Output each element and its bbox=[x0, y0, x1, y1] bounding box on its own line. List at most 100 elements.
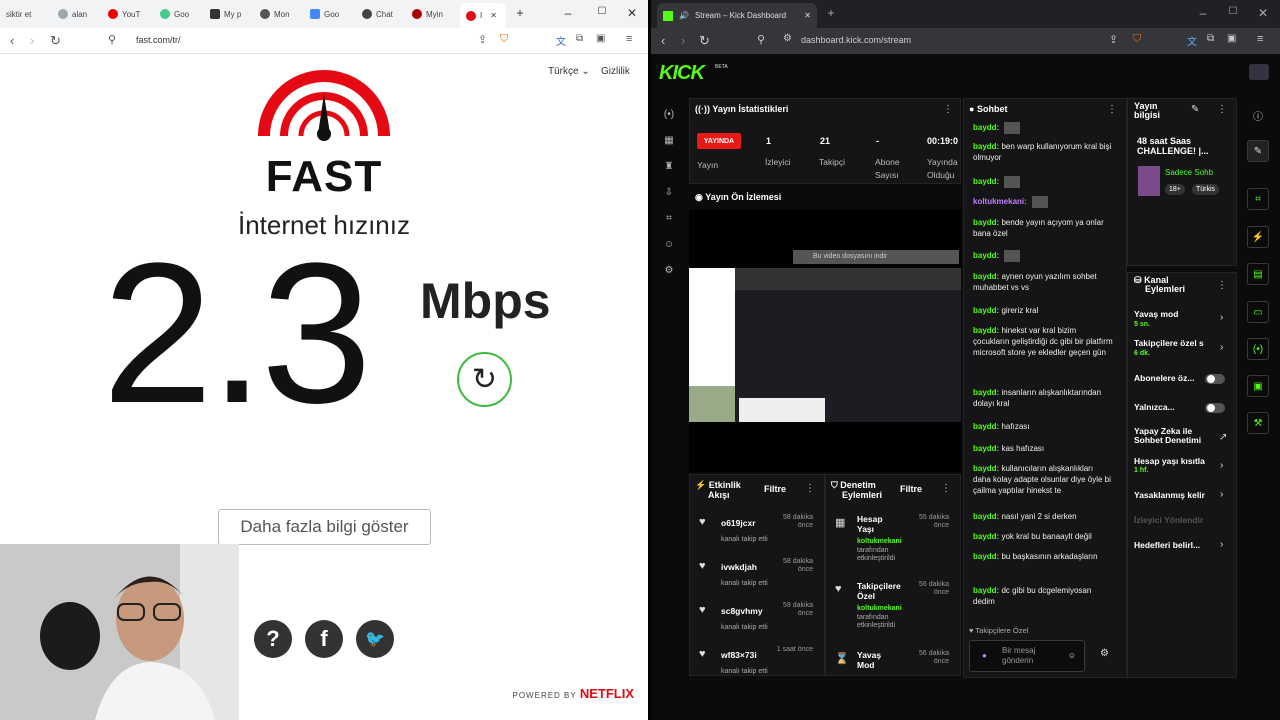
chevron-right-icon[interactable]: › bbox=[1220, 342, 1223, 353]
subs-only-action[interactable]: Abonelere öz... bbox=[1134, 373, 1194, 383]
upload-icon[interactable]: ⇩ bbox=[659, 182, 679, 202]
only-action[interactable]: Yalnızca... bbox=[1134, 402, 1175, 412]
translate-icon[interactable]: 文 bbox=[1187, 33, 1197, 48]
chat-username[interactable]: baydd: bbox=[973, 586, 999, 595]
reload-test-button[interactable]: ↻ bbox=[457, 352, 512, 407]
chat-message[interactable]: baydd: bbox=[973, 250, 1113, 262]
menu-icon[interactable]: ≡ bbox=[626, 33, 632, 45]
notes-icon[interactable]: ▤ bbox=[1247, 263, 1269, 285]
moderation-filter-button[interactable]: Filtre bbox=[900, 484, 922, 494]
ai-moderation-action[interactable]: Yapay Zeka ile Sohbet Denetimi bbox=[1134, 426, 1201, 446]
chat-username[interactable]: baydd: bbox=[973, 512, 999, 521]
slow-mode-action[interactable]: Yavaş mod bbox=[1134, 309, 1178, 319]
sidebar-icon[interactable]: ▣ bbox=[596, 33, 605, 44]
emoji-icon[interactable]: ☺ bbox=[1068, 651, 1076, 661]
layout-icon[interactable]: ▣ bbox=[1247, 375, 1269, 397]
moderation-action[interactable]: Takipçilere Özel bbox=[857, 581, 901, 601]
chat-message[interactable]: baydd: bbox=[973, 176, 1113, 188]
activity-user[interactable]: o619jcxr bbox=[721, 518, 756, 528]
followers-only-action[interactable]: Takipçilere özel s bbox=[1134, 338, 1204, 348]
settings-icon[interactable]: ⚙ bbox=[659, 260, 679, 280]
menu-icon[interactable]: ≡ bbox=[1257, 33, 1263, 45]
site-info-icon[interactable]: ⚙ bbox=[783, 33, 792, 44]
close-icon[interactable]: ✕ bbox=[490, 11, 497, 20]
chat-message[interactable]: baydd: kullanıcıların alışkanlıkları dah… bbox=[973, 464, 1113, 496]
chat-message[interactable]: baydd: hafızası bbox=[973, 422, 1113, 433]
tab[interactable]: Goo bbox=[310, 4, 358, 24]
chat-message[interactable]: baydd: bende yayın açıyom ya onlar bana … bbox=[973, 218, 1113, 240]
extensions-icon[interactable]: ⧉ bbox=[576, 33, 583, 44]
external-link-icon[interactable]: ↗ bbox=[1219, 432, 1227, 443]
only-toggle[interactable] bbox=[1205, 403, 1225, 413]
new-tab-icon[interactable]: + bbox=[512, 6, 528, 20]
activity-user[interactable]: ivwkdjah bbox=[721, 562, 757, 572]
chat-username[interactable]: baydd: bbox=[973, 306, 999, 315]
analytics-icon[interactable]: ▦ bbox=[659, 130, 679, 150]
chat-username[interactable]: baydd: bbox=[973, 464, 999, 473]
moderation-action[interactable]: Hesap Yaşı bbox=[857, 514, 883, 534]
chat-username[interactable]: baydd: bbox=[973, 142, 999, 151]
share-icon[interactable]: ⇪ bbox=[478, 33, 487, 46]
avatar[interactable] bbox=[1249, 64, 1269, 80]
maximize-icon[interactable]: ☐ bbox=[1225, 6, 1241, 17]
chevron-right-icon[interactable]: › bbox=[1220, 539, 1223, 550]
language-select[interactable]: Türkçe ⌄ bbox=[548, 66, 590, 77]
twitter-icon[interactable]: 🐦 bbox=[356, 620, 394, 658]
chevron-right-icon[interactable]: › bbox=[1220, 489, 1223, 500]
chat-message[interactable]: baydd: bbox=[973, 122, 1113, 134]
chat-username[interactable]: baydd: bbox=[973, 552, 999, 561]
extensions-icon[interactable]: ⧉ bbox=[1207, 33, 1214, 44]
moderation-action[interactable]: Yavaş Mod bbox=[857, 650, 881, 670]
subs-only-toggle[interactable] bbox=[1205, 374, 1225, 384]
more-options-icon[interactable]: ⋮ bbox=[1217, 104, 1227, 115]
more-options-icon[interactable]: ⋮ bbox=[1107, 104, 1117, 115]
powered-by-netflix[interactable]: POWERED BY NETFLIX bbox=[513, 686, 635, 701]
chat-username[interactable]: baydd: bbox=[973, 123, 999, 132]
forward-icon[interactable]: › bbox=[30, 33, 34, 48]
chat-message[interactable]: baydd: yok kral bu banaaylt değil bbox=[973, 532, 1113, 543]
chat-username[interactable]: baydd: bbox=[973, 326, 999, 335]
tab-active[interactable]: 🔊 Stream – Kick Dashboard ✕ bbox=[657, 3, 817, 28]
bookmark-icon[interactable]: ⚲ bbox=[108, 33, 116, 46]
stream-preview[interactable]: Bu video dosyasını indir bbox=[689, 210, 961, 472]
info-icon[interactable]: ⓘ bbox=[1247, 104, 1269, 126]
more-options-icon[interactable]: ⋮ bbox=[943, 104, 953, 115]
activity-filter-button[interactable]: Filtre bbox=[764, 484, 786, 494]
chat-username[interactable]: baydd: bbox=[973, 388, 999, 397]
kick-logo[interactable]: KICK bbox=[659, 62, 705, 85]
bookmark-icon[interactable]: ⚲ bbox=[757, 33, 765, 46]
tab[interactable]: Myin bbox=[412, 4, 456, 24]
tab[interactable]: Mon bbox=[260, 4, 308, 24]
clip-icon[interactable]: ⌗ bbox=[659, 208, 679, 228]
close-icon[interactable]: ✕ bbox=[804, 11, 811, 20]
tab[interactable]: Chat bbox=[362, 4, 410, 24]
privacy-link[interactable]: Gizlilik bbox=[601, 66, 630, 77]
pencil-icon[interactable]: ✎ bbox=[1247, 140, 1269, 162]
tab[interactable]: siktir et bbox=[6, 4, 56, 24]
chat-username[interactable]: baydd: bbox=[973, 177, 999, 186]
chat-message[interactable]: baydd: hinekst var kral bizim çocukların… bbox=[973, 326, 1113, 358]
chat-message[interactable]: baydd: aynen oyun yazılım sohbet muhabbe… bbox=[973, 272, 1113, 294]
chat-message[interactable]: koltukmekani: bbox=[973, 196, 1113, 208]
url-field[interactable]: fast.com/tr/ bbox=[136, 35, 181, 45]
chat-username[interactable]: baydd: bbox=[973, 272, 999, 281]
clip-tool-icon[interactable]: ⌗ bbox=[1247, 188, 1269, 210]
tab[interactable]: Goo bbox=[160, 4, 208, 24]
tab[interactable]: YouT bbox=[108, 4, 158, 24]
share-icon[interactable]: ⇪ bbox=[1109, 33, 1118, 46]
close-window-icon[interactable]: ✕ bbox=[624, 6, 640, 20]
chat-username[interactable]: baydd: bbox=[973, 218, 999, 227]
activity-user[interactable]: wf83×73i bbox=[721, 650, 757, 660]
close-window-icon[interactable]: ✕ bbox=[1255, 6, 1271, 20]
help-icon[interactable]: ? bbox=[254, 620, 292, 658]
chat-username[interactable]: baydd: bbox=[973, 532, 999, 541]
translate-icon[interactable]: 文 bbox=[556, 33, 566, 48]
reload-icon[interactable]: ↻ bbox=[699, 33, 710, 49]
stream-icon[interactable]: (•) bbox=[659, 104, 679, 124]
new-tab-icon[interactable]: + bbox=[823, 6, 839, 20]
brave-shield-icon[interactable]: ⛉ bbox=[1133, 33, 1141, 46]
more-options-icon[interactable]: ⋮ bbox=[1217, 280, 1227, 291]
minimize-icon[interactable]: – bbox=[1195, 6, 1211, 20]
chat-message[interactable]: baydd: kas hafızası bbox=[973, 444, 1113, 455]
chat-input[interactable]: ● Bir mesaj gönderin ☺ bbox=[969, 640, 1085, 672]
